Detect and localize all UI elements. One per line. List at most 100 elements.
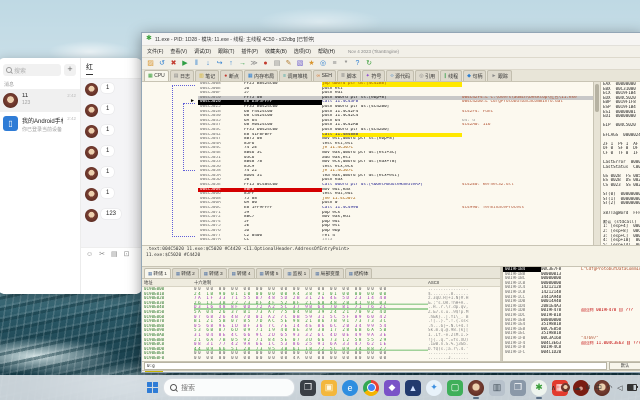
settings-icon[interactable]: * — [342, 59, 351, 68]
image-icon[interactable]: ▤ — [111, 250, 118, 258]
tab-references[interactable]: ◎引用 — [415, 70, 439, 81]
help-icon[interactable]: ? — [353, 59, 362, 68]
run-icon[interactable]: ▶ — [181, 59, 190, 68]
command-input[interactable] — [144, 362, 607, 370]
edge-icon[interactable]: e — [342, 380, 358, 396]
tray-wifi-icon[interactable]: ◠ — [607, 384, 613, 392]
step-over-icon[interactable]: ↪ — [215, 59, 224, 68]
chrome-icon[interactable] — [363, 380, 379, 396]
add-chat-button[interactable]: + — [64, 64, 76, 76]
taskbar: 搜索 ❐▣e◆▲✦▢▥❒✱▦● ∧☁ψ中◠◁ — [0, 375, 640, 400]
tray-cloud-icon[interactable]: ☁ — [574, 384, 581, 392]
tab-cpu[interactable]: ▦CPU — [144, 70, 169, 81]
chat-list-item[interactable]: 111232:42 — [0, 89, 80, 112]
tray-battery-icon[interactable] — [627, 384, 637, 391]
chat-list-item[interactable]: ▯我的Android手机你已登录当前设备2:42 — [0, 112, 80, 137]
menu-item[interactable]: 收藏夹(B) — [265, 48, 287, 55]
menu-item[interactable]: 跟踪(T) — [218, 48, 234, 55]
register-line[interactable]: CF 0 TF 0 IF 1 — [603, 151, 640, 156]
chart-app-icon[interactable]: ▥ — [489, 380, 505, 396]
register-line[interactable]: EIP 004C5020 — [603, 123, 640, 128]
start-button[interactable] — [147, 382, 158, 393]
tab-call-stack[interactable]: ≡调用堆栈 — [279, 70, 311, 81]
patch-icon[interactable]: ▧ — [296, 59, 305, 68]
taskbar-search[interactable]: 搜索 — [163, 378, 295, 397]
disasm-row[interactable]: 004C507ACCint3 — [198, 238, 593, 243]
tab-trace[interactable]: ►跟踪 — [487, 70, 511, 81]
chat-search-input[interactable]: 搜索 — [3, 64, 61, 76]
menu-item[interactable]: 查看(V) — [170, 48, 187, 55]
search-icon[interactable]: ◎ — [319, 59, 328, 68]
message-input[interactable] — [81, 260, 143, 294]
qq-avatar-icon[interactable] — [468, 380, 484, 396]
tray-mic-icon[interactable]: ψ — [586, 384, 591, 391]
restart-icon[interactable]: ↺ — [158, 59, 167, 68]
tray-chevron-icon[interactable]: ∧ — [551, 384, 556, 392]
file-icon[interactable]: ⊡ — [124, 250, 130, 258]
register-line[interactable]: EFLAGS 00000246 — [603, 133, 640, 138]
edit-icon[interactable]: ✎ — [284, 59, 293, 68]
tab-log[interactable]: ▤日志 — [170, 70, 194, 81]
dump-3[interactable]: ▦转储 3 — [200, 268, 227, 278]
window-app-icon[interactable]: ❒ — [510, 380, 526, 396]
tab-breakpoints[interactable]: ●断点 — [220, 70, 243, 81]
watch-1[interactable]: ▦监视 1 — [283, 268, 310, 278]
dump-row[interactable]: 0190E0F000 00 00 00 00 00 00 00 4A 00 00… — [142, 356, 500, 361]
trace-icon[interactable]: ≫ — [250, 59, 259, 68]
menu-item[interactable]: 文件(F) — [147, 48, 163, 55]
navy-app-icon[interactable]: ▲ — [405, 380, 421, 396]
command-profile-dropdown[interactable]: 默认 — [609, 362, 640, 370]
menu-item[interactable]: 选项(O) — [294, 48, 311, 55]
tab-script[interactable]: ≣脚本 — [337, 70, 361, 81]
pause-icon[interactable]: ‖ — [192, 59, 201, 68]
tab-symbols[interactable]: ✦符号 — [362, 70, 386, 81]
register-line[interactable]: CS 0023 SS 002B — [603, 183, 640, 188]
menu-item[interactable]: 调试(D) — [194, 48, 211, 55]
run-to-cursor-icon[interactable]: → — [238, 59, 247, 68]
log-icon[interactable]: ▤ — [273, 59, 282, 68]
task-view-icon[interactable]: ❐ — [300, 380, 316, 396]
avatar — [85, 146, 98, 159]
green-app-icon[interactable]: ▢ — [447, 380, 463, 396]
dump-1[interactable]: ▦转储 1 — [144, 268, 171, 278]
tab-threads[interactable]: ∥线程 — [440, 70, 462, 81]
compass-app-icon[interactable]: ✦ — [426, 380, 442, 396]
register-line[interactable]: x87TagWord FFFF — [603, 211, 640, 216]
x32dbg-bug-icon[interactable]: ✱ — [531, 380, 547, 396]
tab-memory-map[interactable]: ▦内存布局 — [244, 70, 278, 81]
tab-seh[interactable]: ∞SEH — [313, 70, 336, 81]
locals[interactable]: ▦局部变量 — [311, 268, 343, 278]
breakpoint-icon[interactable]: ● — [261, 59, 270, 68]
stack-row[interactable]: 0019F1FC004C1D20 — [503, 350, 640, 355]
refresh-icon[interactable]: ↻ — [365, 59, 374, 68]
dump-5[interactable]: ▦转储 5 — [256, 268, 283, 278]
register-line[interactable]: EDI 00000000 — [603, 114, 640, 119]
dump-2[interactable]: ▦转储 2 — [172, 268, 199, 278]
tray-volume-icon[interactable]: ◁ — [617, 384, 622, 392]
tab-handles[interactable]: ◆句柄 — [463, 70, 486, 81]
purple-app-icon[interactable]: ◆ — [384, 380, 400, 396]
close-icon[interactable]: ✖ — [169, 59, 178, 68]
tray-ime-icon[interactable]: 中 — [595, 383, 602, 393]
tray-avatar-icon[interactable] — [561, 383, 570, 392]
step-into-icon[interactable]: ↓ — [204, 59, 213, 68]
emoji-icon[interactable]: ☺ — [86, 251, 93, 258]
disasm-scrollbar[interactable] — [593, 82, 600, 245]
register-line[interactable]: ST(2) 0000000000000000 — [603, 201, 640, 206]
tab-notes[interactable]: ▥笔记 — [195, 70, 219, 81]
highlight-icon[interactable]: ★ — [307, 59, 316, 68]
menu-item[interactable]: 帮助(H) — [318, 48, 335, 55]
open-file-icon[interactable]: ▨ — [146, 59, 155, 68]
struct[interactable]: ▦结构体 — [345, 268, 373, 278]
dump-header-ascii: ASCII — [428, 279, 500, 286]
tab-source[interactable]: ‹›源代码 — [386, 70, 414, 81]
dump-4[interactable]: ▦转储 4 — [228, 268, 255, 278]
debugger-titlebar[interactable]: ✱ 11.exe - PID: 1D28 - 模块: 11.exe - 线程: … — [142, 33, 640, 46]
screenshot-icon[interactable]: ✂ — [99, 250, 105, 258]
register-line[interactable]: 5: [esp+14] 004C42F4 — [603, 243, 640, 245]
menu-item[interactable]: 插件(P) — [241, 48, 258, 55]
step-out-icon[interactable]: ↑ — [227, 59, 236, 68]
calculator-icon[interactable]: ≡ — [330, 59, 339, 68]
register-line[interactable]: LastStatus C0000135 — [603, 165, 640, 170]
file-explorer-icon[interactable]: ▣ — [321, 380, 337, 396]
